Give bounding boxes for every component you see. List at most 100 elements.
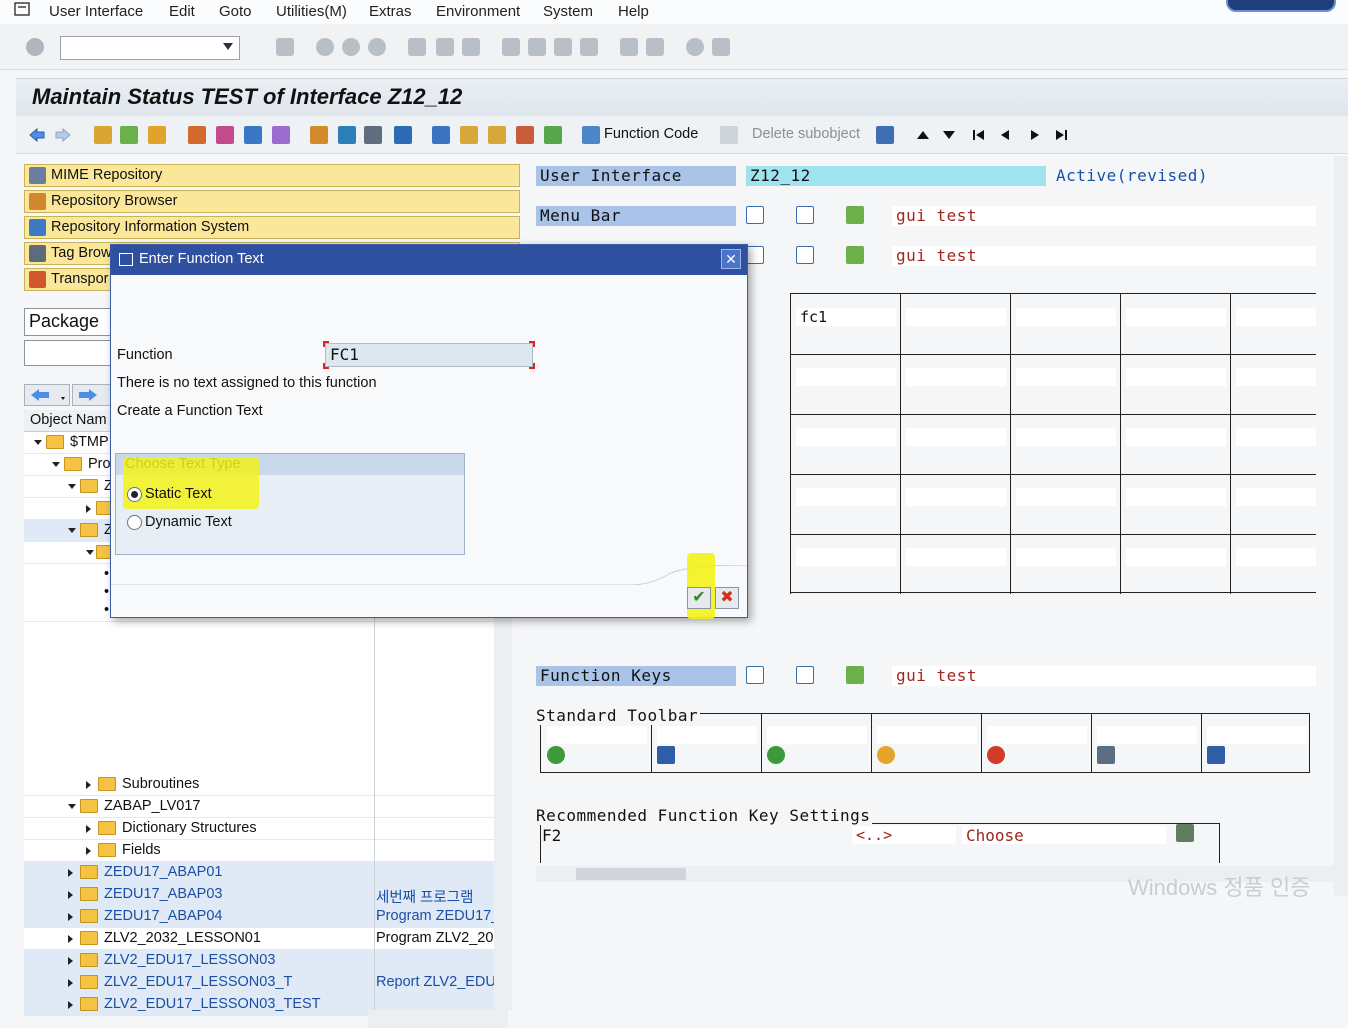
window-menu-icon[interactable] — [14, 2, 32, 18]
toolbar-cell[interactable] — [1097, 726, 1197, 744]
cancel-icon[interactable] — [368, 38, 386, 56]
chevron-down-icon[interactable] — [52, 462, 60, 467]
help-icon[interactable] — [686, 38, 704, 56]
item-cell[interactable] — [906, 428, 1006, 446]
item-cell[interactable] — [1236, 308, 1316, 326]
transport-icon[interactable] — [272, 126, 290, 144]
previous-page-icon[interactable] — [528, 38, 546, 56]
item-cell[interactable] — [906, 548, 1006, 566]
check-icon[interactable] — [188, 126, 206, 144]
window-controls[interactable] — [1226, 0, 1336, 12]
chevron-right-icon[interactable] — [86, 505, 91, 513]
save-icon[interactable] — [657, 746, 675, 764]
display-object-icon[interactable] — [746, 206, 764, 224]
overview-icon[interactable] — [364, 126, 382, 144]
chevron-right-icon[interactable] — [68, 957, 73, 965]
print-layout-icon[interactable] — [876, 126, 894, 144]
paste-icon[interactable] — [488, 126, 506, 144]
item-cell[interactable] — [1236, 428, 1316, 446]
mime-repository-button[interactable]: MIME Repository — [24, 164, 520, 187]
chevron-down-icon[interactable] — [68, 528, 76, 533]
chevron-right-icon[interactable] — [68, 1001, 73, 1009]
cancel-button[interactable]: ✖ — [715, 587, 739, 609]
info-icon[interactable] — [394, 126, 412, 144]
delete-row-icon[interactable] — [516, 126, 534, 144]
save-icon[interactable] — [276, 38, 294, 56]
chevron-right-icon[interactable] — [68, 869, 73, 877]
test-icon[interactable] — [216, 126, 234, 144]
item-cell[interactable] — [796, 428, 896, 446]
static-text-label[interactable]: Static Text — [145, 486, 212, 502]
dialog-title-bar[interactable]: Enter Function Text ✕ — [111, 245, 747, 275]
display-object-icon[interactable] — [746, 246, 764, 264]
copy-icon[interactable] — [460, 126, 478, 144]
info-icon[interactable] — [796, 206, 814, 224]
recommended-text[interactable]: Choose — [962, 826, 1166, 845]
function-code-icon[interactable] — [582, 126, 600, 144]
menu-extras[interactable]: Extras — [369, 3, 412, 20]
tree-row[interactable]: ZLV2_2032_LESSON01 Program ZLV2_203 — [24, 928, 494, 950]
toolbar-cell[interactable] — [547, 726, 647, 744]
menu-help[interactable]: Help — [618, 3, 649, 20]
static-text-radio[interactable] — [127, 487, 142, 502]
last-icon[interactable] — [1052, 126, 1070, 144]
function-field[interactable]: FC1 — [325, 343, 533, 367]
item-cell[interactable] — [1236, 488, 1316, 506]
function-code-button[interactable]: Function Code — [604, 126, 698, 142]
item-cell[interactable] — [1016, 548, 1116, 566]
scroll-thumb[interactable] — [576, 868, 686, 880]
chevron-right-icon[interactable] — [68, 913, 73, 921]
recommended-code[interactable]: <..> — [852, 826, 956, 844]
toolbar-cell[interactable] — [767, 726, 867, 744]
cancel-icon[interactable] — [987, 746, 1005, 764]
tree-row[interactable]: ZEDU17_ABAP03 세번째 프로그램 — [24, 884, 494, 906]
chevron-down-icon[interactable] — [68, 804, 76, 809]
tree-row[interactable]: Fields — [24, 840, 494, 862]
repository-browser-button[interactable]: Repository Browser — [24, 190, 520, 213]
enter-icon[interactable] — [26, 38, 44, 56]
first-page-icon[interactable] — [502, 38, 520, 56]
other-object-icon[interactable] — [148, 126, 166, 144]
chevron-down-icon[interactable] — [86, 550, 94, 555]
toolbar-cell[interactable] — [987, 726, 1087, 744]
forward-arrow-icon[interactable] — [54, 126, 72, 144]
hierarchy-icon[interactable] — [846, 246, 864, 264]
chevron-right-icon[interactable] — [68, 935, 73, 943]
next-page-icon[interactable] — [554, 38, 572, 56]
chevron-down-icon[interactable] — [34, 440, 42, 445]
hierarchy-icon[interactable] — [846, 206, 864, 224]
triangle-down-icon[interactable] — [940, 126, 958, 144]
where-used-icon[interactable] — [244, 126, 262, 144]
list-icon[interactable] — [338, 126, 356, 144]
display-object-icon[interactable] — [746, 666, 764, 684]
exit-icon[interactable] — [877, 746, 895, 764]
info-icon[interactable] — [796, 666, 814, 684]
first-icon[interactable] — [970, 126, 988, 144]
close-icon[interactable]: ✕ — [721, 249, 741, 269]
item-cell[interactable] — [1126, 368, 1226, 386]
print-icon[interactable] — [1097, 746, 1115, 764]
chevron-down-icon[interactable] — [223, 43, 233, 50]
exit-icon[interactable] — [342, 38, 360, 56]
item-cell[interactable] — [796, 488, 896, 506]
item-cell[interactable] — [906, 308, 1006, 326]
menu-edit[interactable]: Edit — [169, 3, 195, 20]
back-icon[interactable] — [316, 38, 334, 56]
new-session-icon[interactable] — [620, 38, 638, 56]
zoom-icon[interactable] — [1176, 824, 1194, 842]
item-cell[interactable] — [906, 368, 1006, 386]
item-cell[interactable] — [1016, 488, 1116, 506]
enter-icon[interactable] — [547, 746, 565, 764]
item-cell[interactable] — [906, 488, 1006, 506]
tree-row[interactable]: ZLV2_EDU17_LESSON03_T Report ZLV2_EDU1 — [24, 972, 494, 994]
vertical-scrollbar[interactable] — [1334, 156, 1348, 896]
chevron-right-icon[interactable] — [86, 847, 91, 855]
repository-info-system-button[interactable]: Repository Information System — [24, 216, 520, 239]
tree-horizontal-scrollbar[interactable] — [368, 1010, 508, 1028]
continue-button[interactable]: ✔ — [687, 587, 711, 609]
triangle-up-icon[interactable] — [914, 126, 932, 144]
item-cell[interactable] — [796, 368, 896, 386]
chevron-right-icon[interactable] — [68, 891, 73, 899]
tree-row[interactable]: ZLV2_EDU17_LESSON03 — [24, 950, 494, 972]
item-cell[interactable] — [796, 548, 896, 566]
